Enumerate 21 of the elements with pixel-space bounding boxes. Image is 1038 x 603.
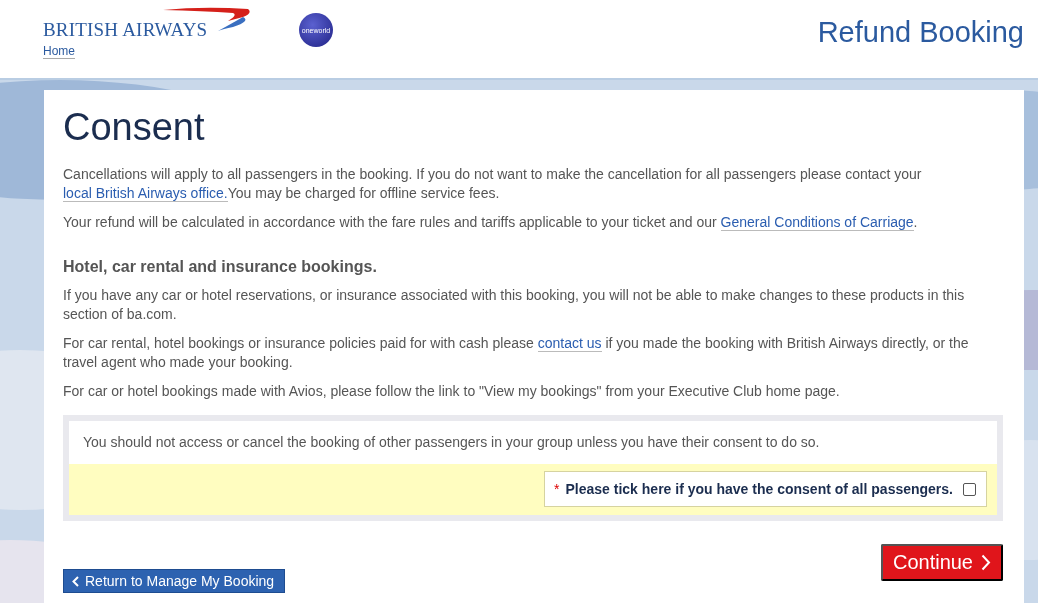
- page-title: Refund Booking: [817, 16, 1024, 49]
- section-heading: Hotel, car rental and insurance bookings.: [63, 258, 378, 276]
- text-link[interactable]: contact us: [537, 335, 602, 352]
- home-link[interactable]: Home: [43, 44, 75, 59]
- continue-button[interactable]: Continue: [880, 544, 1003, 581]
- brand-logo[interactable]: BRITISH AIRWAYS: [43, 19, 253, 41]
- page-heading: Consent: [63, 106, 206, 149]
- paragraph: If you have any car or hotel reservations, or insurance associated with this booking, you will not be able to make changes to these products in this section of ba.com.: [63, 286, 966, 324]
- text-link[interactable]: General Conditions of Carriage: [720, 214, 914, 231]
- chevron-right-icon: [981, 554, 991, 571]
- consent-checkbox-label[interactable]: * Please tick here if you have the consent of all passengers.: [544, 471, 987, 507]
- chevron-left-icon: [72, 575, 79, 587]
- paragraph: Your refund will be calculated in accordance with the fare rules and tariffs applicable to your ticket and our General Conditions of Carriage.: [63, 213, 919, 232]
- checkbox-text: Please tick here if you have the consent of all passengers.: [565, 481, 953, 497]
- return-button[interactable]: Return to Manage My Booking: [63, 569, 286, 593]
- text-link[interactable]: local British Airways office.: [63, 185, 228, 202]
- consent-checkbox[interactable]: [963, 482, 976, 496]
- required-mark: *: [554, 481, 560, 497]
- paragraph: Cancellations will apply to all passengers in the booking. If you do not want to make the cancellation for all passengers please contact your local British Airways office.You may be charged for offline service fees.: [63, 165, 923, 203]
- paragraph: For car or hotel bookings made with Avios, please follow the link to "View my bookings" from your Executive Club home page.: [63, 382, 841, 401]
- paragraph: For car rental, hotel bookings or insurance policies paid for with cash please contact us if you made the booking with British Airways directly, or the travel agent who made your booking.: [63, 334, 970, 372]
